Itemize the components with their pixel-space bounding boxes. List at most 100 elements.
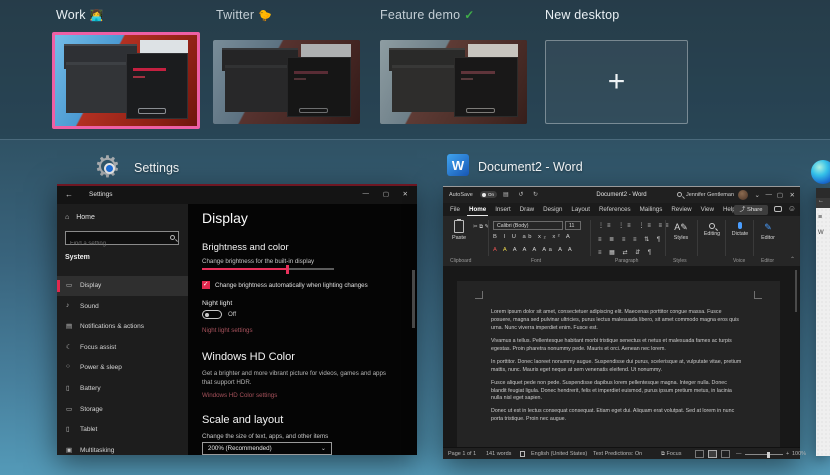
avatar[interactable]	[738, 190, 748, 200]
word-titlebar[interactable]: AutoSave On ▤ ↺ ↻ Document2 - Word Jenni…	[443, 187, 800, 203]
dictate-button[interactable]: Dictate	[727, 221, 753, 237]
ribbon-options-icon[interactable]: ⌄	[755, 191, 760, 199]
feedback-smiley-icon[interactable]: ☺	[788, 204, 796, 213]
focus-mode[interactable]: ⧉ Focus	[661, 451, 681, 458]
paragraph-shading-icons[interactable]: ≡ ▦ ⇄ ⇵ ¶	[598, 249, 654, 256]
sidebar-item-power-sleep[interactable]: ○ Power & sleep	[57, 358, 188, 378]
desktop-label-work[interactable]: Work👩‍💻	[56, 8, 104, 22]
document-page[interactable]: Lorem ipsum dolor sit amet, consectetuer…	[457, 281, 780, 447]
edge-back-icon[interactable]: ←	[818, 198, 824, 204]
settings-window[interactable]: ← Settings — ▢ ✕ ⌂Home System ▭ Display …	[57, 184, 417, 455]
edge-window-partial[interactable]: ← ≡ W	[816, 188, 830, 456]
close-button[interactable]: ✕	[790, 191, 795, 199]
slider-thumb[interactable]	[286, 265, 289, 274]
settings-search-box[interactable]	[65, 231, 179, 245]
maximize-button[interactable]: ▢	[777, 191, 783, 199]
back-arrow-icon[interactable]: ←	[65, 190, 73, 199]
brightness-slider[interactable]	[202, 268, 334, 270]
maximize-button[interactable]: ▢	[383, 190, 389, 198]
language-indicator[interactable]: English (United States)	[531, 451, 587, 457]
tab-review[interactable]: Review	[671, 206, 691, 213]
font-format-row[interactable]: B I U ab x₂ x² A	[493, 234, 572, 240]
settings-titlebar[interactable]: ← Settings — ▢ ✕	[57, 186, 417, 204]
desktop-label-new[interactable]: New desktop	[545, 8, 619, 22]
tablet-icon: ▯	[66, 425, 70, 433]
collapse-ribbon-icon[interactable]: ⌃	[790, 256, 795, 263]
web-layout-icon[interactable]	[721, 450, 730, 458]
desktop-thumbnail-twitter[interactable]	[213, 40, 360, 124]
word-window[interactable]: AutoSave On ▤ ↺ ↻ Document2 - Word Jenni…	[443, 186, 800, 459]
minimize-button[interactable]: —	[363, 190, 370, 197]
minimize-button[interactable]: —	[766, 191, 773, 198]
tab-home[interactable]: Home	[469, 206, 486, 213]
sidebar-item-battery[interactable]: ▯ Battery	[57, 379, 188, 399]
sidebar-item-notifications[interactable]: ▤ Notifications & actions	[57, 317, 188, 337]
styles-button[interactable]: A✎ Styles	[668, 221, 694, 241]
print-layout-icon[interactable]	[708, 450, 717, 458]
highlight-icon[interactable]: A	[503, 247, 509, 253]
desktop-thumbnail-feature-demo[interactable]	[380, 40, 527, 124]
zoom-in-button[interactable]: +	[786, 451, 789, 457]
sidebar-item-home[interactable]: ⌂Home	[65, 214, 95, 221]
desktop-thumbnail-work[interactable]	[52, 32, 200, 129]
paste-button[interactable]: Paste	[447, 220, 471, 241]
desktop-label-feature-demo[interactable]: Feature demo✓	[380, 8, 475, 22]
read-mode-icon[interactable]	[695, 450, 704, 458]
tab-layout[interactable]: Layout	[571, 206, 590, 213]
text-predictions[interactable]: Text Predictions: On	[593, 451, 642, 457]
sidebar-item-storage[interactable]: ▭ Storage	[57, 400, 188, 420]
hamburger-menu-icon[interactable]: ≡	[818, 214, 822, 221]
close-button[interactable]: ✕	[403, 190, 408, 198]
settings-window-label[interactable]: Settings	[134, 161, 179, 175]
editing-button[interactable]: Editing	[699, 221, 725, 237]
paragraph-align-icons[interactable]: ≡ ≣ ≡ ≡ ⇅ ¶	[598, 236, 663, 243]
desktop-label-twitter[interactable]: Twitter🐤	[216, 8, 272, 22]
tab-file[interactable]: File	[450, 206, 460, 213]
document-text[interactable]: Lorem ipsum dolor sit amet, consectetuer…	[491, 309, 743, 429]
page-indicator[interactable]: Page 1 of 1	[448, 451, 476, 457]
proofing-icon[interactable]	[520, 451, 525, 457]
account-name[interactable]: Jennifer Gentleman	[686, 192, 734, 198]
tab-design[interactable]: Design	[543, 206, 562, 213]
tab-mailings[interactable]: Mailings	[640, 206, 663, 213]
sidebar-item-tablet[interactable]: ▯ Tablet	[57, 420, 188, 440]
settings-scrollbar[interactable]	[412, 270, 415, 328]
font-color-icon[interactable]: A	[493, 247, 499, 253]
night-light-toggle[interactable]	[202, 310, 222, 319]
page-title: Display	[202, 210, 248, 226]
word-window-label[interactable]: Document2 - Word	[478, 160, 583, 174]
share-button[interactable]: ⤴ Share	[734, 205, 768, 215]
sidebar-item-focus-assist[interactable]: ☾ Focus assist	[57, 338, 188, 358]
tab-draw[interactable]: Draw	[520, 206, 534, 213]
scale-layout-title: Scale and layout	[202, 414, 283, 426]
scale-label: Change the size of text, apps, and other…	[202, 433, 328, 440]
night-light-settings-link[interactable]: Night light settings	[202, 327, 253, 334]
tab-references[interactable]: References	[599, 206, 631, 213]
font-color-row[interactable]: A A A A A Aa A A	[493, 247, 574, 253]
zoom-slider[interactable]	[745, 454, 783, 455]
new-desktop-button[interactable]: +	[545, 40, 688, 124]
clipboard-small-icons[interactable]: ✂ ⧉ ✎	[473, 222, 489, 232]
search-input[interactable]	[66, 238, 178, 250]
sidebar-item-sound[interactable]: ♪ Sound	[57, 297, 188, 317]
document-area[interactable]: Lorem ipsum dolor sit amet, consectetuer…	[443, 266, 800, 447]
sidebar-item-multitasking[interactable]: ▣ Multitasking	[57, 441, 188, 461]
zoom-out-button[interactable]: —	[736, 451, 742, 457]
editor-button[interactable]: ✎ Editor	[755, 221, 781, 241]
tab-insert[interactable]: Insert	[495, 206, 510, 213]
scale-dropdown[interactable]: 200% (Recommended)	[202, 442, 332, 455]
auto-brightness-checkbox[interactable]	[202, 281, 210, 289]
sidebar-item-display[interactable]: ▭ Display	[57, 276, 188, 296]
document-scrollbar[interactable]	[795, 270, 797, 312]
tab-view[interactable]: View	[701, 206, 714, 213]
paragraph-list-icons[interactable]: ⋮≡ ⋮≡ ⋮≡ ≡≡	[598, 222, 672, 229]
settings-titlebar-title: Settings	[89, 191, 113, 198]
search-icon[interactable]	[677, 192, 682, 197]
comments-icon[interactable]	[774, 206, 782, 212]
font-name-select[interactable]: Calibri (Body)	[493, 221, 563, 230]
hd-color-settings-link[interactable]: Windows HD Color settings	[202, 392, 277, 399]
word-count[interactable]: 141 words	[486, 451, 511, 457]
font-size-select[interactable]: 11	[565, 221, 581, 230]
zoom-slider-thumb[interactable]	[767, 452, 770, 458]
zoom-level[interactable]: 100%	[792, 451, 806, 457]
